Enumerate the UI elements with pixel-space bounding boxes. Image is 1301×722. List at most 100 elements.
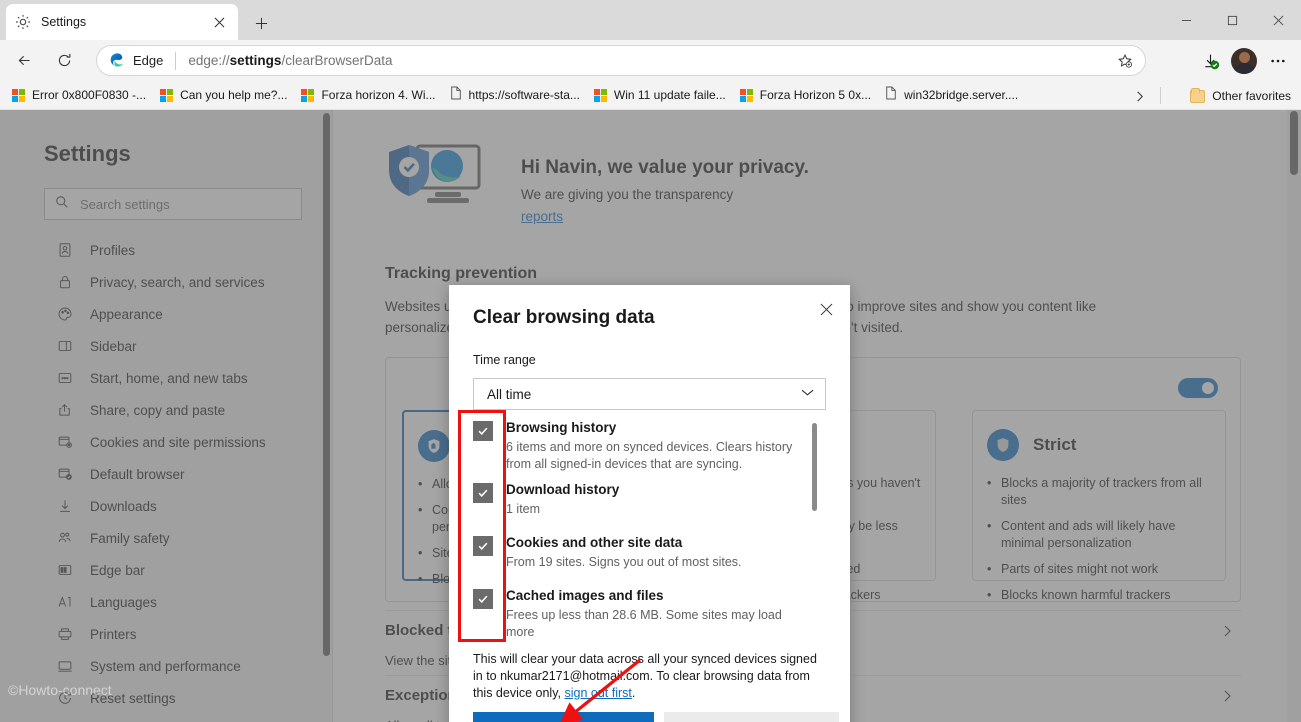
content-scrollbar[interactable] (1287, 110, 1301, 722)
option-browsing-history[interactable]: Browsing history 6 items and more on syn… (473, 419, 826, 473)
privacy-reports-link[interactable]: reports (521, 209, 563, 224)
sidebar-item-label: Family safety (90, 530, 170, 546)
edge-brand-badge: Edge (109, 52, 163, 69)
hero-title: Hi Navin, we value your privacy. (521, 157, 809, 178)
add-favorite-star-icon[interactable] (1111, 46, 1139, 75)
search-settings-input[interactable]: Search settings (44, 188, 302, 220)
sidebar-item-cookies[interactable]: Cookies and site permissions (0, 426, 330, 458)
chevron-right-icon[interactable] (1221, 689, 1233, 708)
microsoft-icon (301, 88, 315, 102)
sidebar-item-default-browser[interactable]: Default browser (0, 458, 330, 490)
bookmark-label: Forza horizon 4. Wi... (321, 88, 436, 102)
sidebar-item-edge-bar[interactable]: Edge bar (0, 554, 330, 586)
bookmark-label: Win 11 update faile... (613, 88, 726, 102)
option-download-history[interactable]: Download history 1 item (473, 481, 826, 518)
other-favorites-label: Other favorites (1212, 89, 1291, 103)
browser-tab-settings[interactable]: Settings (6, 4, 238, 40)
sidebar-item-family-safety[interactable]: Family safety (0, 522, 330, 554)
maximize-button[interactable] (1209, 0, 1255, 40)
option-label: Download history (506, 482, 620, 497)
content-scrollbar-thumb[interactable] (1290, 111, 1298, 175)
profile-avatar[interactable] (1227, 44, 1261, 78)
chevron-down-icon[interactable] (800, 385, 815, 403)
data-type-options-list[interactable]: Browsing history 6 items and more on syn… (473, 419, 826, 639)
hero-subtitle-text: We are giving you the transparency (521, 187, 734, 202)
bookmark-item[interactable]: Forza horizon 4. Wi... (294, 83, 442, 107)
sidebar-item-start-home[interactable]: Start, home, and new tabs (0, 362, 330, 394)
annotation-arrow (560, 658, 642, 722)
bookmark-item[interactable]: win32bridge.server.... (878, 83, 1025, 107)
back-arrow-icon[interactable] (8, 45, 40, 77)
sidebar-item-system-performance[interactable]: System and performance (0, 650, 330, 682)
option-label: Cached images and files (506, 588, 664, 603)
tracking-prevention-heading: Tracking prevention (385, 265, 538, 282)
folder-icon (1190, 87, 1206, 103)
minimize-button[interactable] (1163, 0, 1209, 40)
download-arrow-icon (56, 497, 74, 515)
sidebar-item-label: Sidebar (90, 338, 137, 354)
annotation-highlight-checkboxes (458, 410, 506, 642)
settings-nav-list: Profiles Privacy, search, and services A… (0, 234, 330, 714)
page-icon (885, 86, 897, 105)
tracking-prevention-toggle[interactable] (1178, 378, 1218, 398)
option-label: Browsing history (506, 420, 617, 435)
microsoft-icon (12, 88, 25, 102)
bookmark-item[interactable]: Forza Horizon 5 0x... (733, 83, 878, 107)
tab-title: Settings (41, 15, 87, 29)
time-range-value: All time (487, 386, 532, 402)
edge-bar-icon (56, 561, 74, 579)
sidebar-item-appearance[interactable]: Appearance (0, 298, 330, 330)
default-browser-icon (56, 465, 74, 483)
option-cookies[interactable]: Cookies and other site data From 19 site… (473, 534, 826, 571)
bookmark-item[interactable]: Error 0x800F0830 -... (5, 83, 153, 107)
sidebar-item-label: Appearance (90, 306, 163, 322)
chevron-right-icon[interactable] (1221, 624, 1233, 643)
list-item: •Blocks known harmful trackers (987, 588, 1171, 602)
address-bar[interactable]: Edge edge://settings/clearBrowserData (96, 45, 1146, 76)
bookmark-item[interactable]: https://software-sta... (443, 83, 587, 107)
bookmark-label: Forza Horizon 5 0x... (759, 88, 872, 102)
sidebar-item-share[interactable]: Share, copy and paste (0, 394, 330, 426)
time-range-select[interactable]: All time (473, 378, 826, 410)
page-icon (450, 86, 462, 105)
sidebar-item-printers[interactable]: Printers (0, 618, 330, 650)
sidebar-item-sidebar[interactable]: Sidebar (0, 330, 330, 362)
downloads-complete-icon[interactable] (1193, 44, 1227, 78)
more-options-icon[interactable] (1261, 44, 1295, 78)
sidebar-item-languages[interactable]: Languages (0, 586, 330, 618)
bookmarks-bar: Error 0x800F0830 -... Can you help me?..… (0, 81, 1301, 110)
sidebar-icon (56, 337, 74, 355)
sidebar-scrollbar-thumb[interactable] (323, 113, 330, 656)
sidebar-item-privacy[interactable]: Privacy, search, and services (0, 266, 330, 298)
option-cached-images[interactable]: Cached images and files Frees up less th… (473, 587, 826, 639)
close-icon[interactable] (811, 294, 841, 324)
privacy-hero-illustration (385, 140, 505, 220)
watermark: ©Howto-connect (8, 682, 112, 698)
tracking-card-bullets: • Blocks a majority of trackers from all … (987, 475, 1211, 604)
hero-subtitle: We are giving you the transparency repor… (521, 184, 1241, 228)
reload-icon[interactable] (48, 45, 80, 77)
options-scrollbar-thumb[interactable] (812, 423, 817, 511)
address-bar-url: edge://settings/clearBrowserData (188, 53, 393, 68)
sidebar-item-label: System and performance (90, 658, 241, 674)
bookmarks-overflow-chevron-icon[interactable] (1127, 84, 1151, 108)
bookmark-label: Error 0x800F0830 -... (32, 88, 147, 102)
title-bar: Settings (0, 0, 1301, 40)
bookmark-item[interactable]: Can you help me?... (153, 83, 294, 107)
family-icon (56, 529, 74, 547)
tracking-card-title: Strict (1033, 435, 1077, 454)
sidebar-item-profiles[interactable]: Profiles (0, 234, 330, 266)
tracking-card-strict[interactable]: Strict • Blocks a majority of trackers fr… (972, 410, 1226, 602)
palette-icon (56, 305, 74, 323)
languages-icon (56, 593, 74, 611)
new-tab-button[interactable] (248, 10, 274, 36)
bookmark-item[interactable]: Win 11 update faile... (587, 83, 733, 107)
printer-icon (56, 625, 74, 643)
close-icon[interactable] (208, 11, 230, 33)
browser-window: Settings Edge edge://settings/clearBrows… (0, 0, 1301, 722)
cancel-button[interactable]: Cancel (664, 712, 839, 722)
bookmark-label: win32bridge.server.... (904, 88, 1019, 102)
window-close-button[interactable] (1255, 0, 1301, 40)
other-favorites-button[interactable]: Other favorites (1184, 84, 1297, 108)
sidebar-item-downloads[interactable]: Downloads (0, 490, 330, 522)
